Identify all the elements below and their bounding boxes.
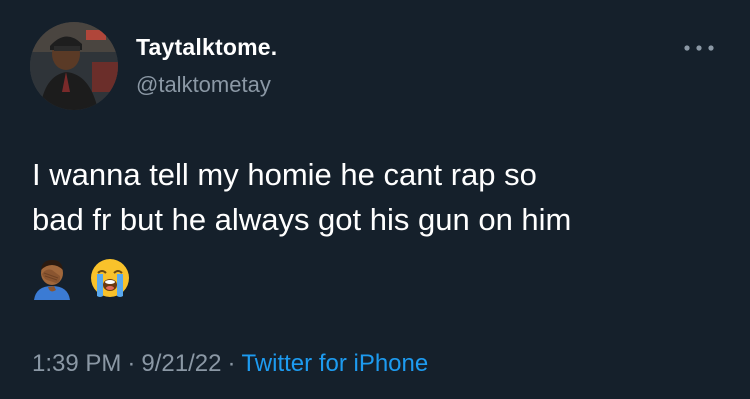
- meta-separator-1: ·: [127, 350, 136, 377]
- display-name[interactable]: Taytalktome.: [136, 34, 277, 61]
- user-handle[interactable]: @talktometay: [136, 72, 271, 98]
- man-facepalming-emoji-icon: [34, 260, 70, 300]
- tweet-time[interactable]: 1:39 PM: [32, 350, 121, 377]
- tweet-date[interactable]: 9/21/22: [141, 350, 221, 377]
- tweet-source-link[interactable]: Twitter for iPhone: [241, 350, 428, 377]
- more-dots-icon[interactable]: [681, 36, 717, 60]
- profile-photo-icon: [30, 22, 118, 110]
- tweet-card: Taytalktome. @talktometay I wanna tell m…: [0, 0, 750, 399]
- tweet-text: I wanna tell my homie he cant rap so bad…: [32, 152, 722, 242]
- tweet-meta: 1:39 PM · 9/21/22 · Twitter for iPhone: [32, 350, 428, 378]
- meta-separator-2: ·: [227, 350, 236, 377]
- tweet-emojis: [30, 256, 132, 300]
- loudly-crying-face-emoji-icon: [91, 259, 129, 297]
- tweet-text-line-1: I wanna tell my homie he cant rap so: [32, 157, 537, 192]
- avatar[interactable]: [30, 22, 118, 110]
- tweet-text-line-2: bad fr but he always got his gun on him: [32, 202, 572, 237]
